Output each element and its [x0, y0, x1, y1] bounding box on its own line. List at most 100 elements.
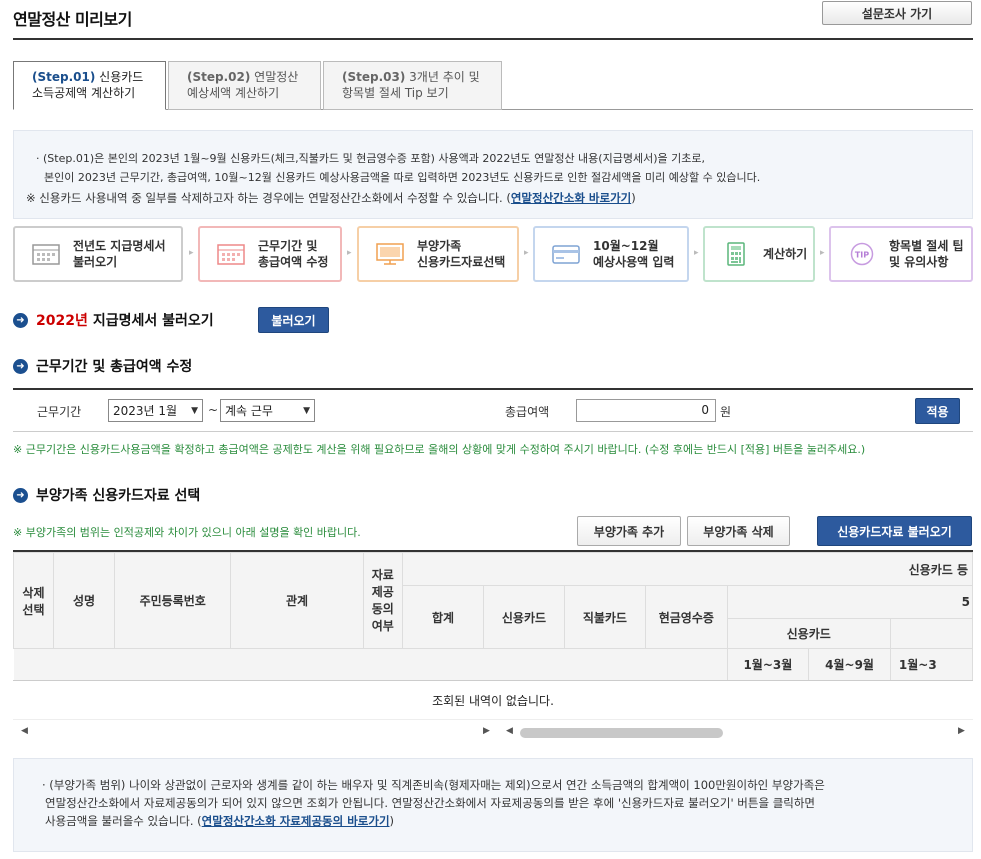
- tab-step-label: (Step.02): [187, 70, 251, 84]
- family-card-grid: 삭제 선택 성명 주민등록번호 관계 자료 제공 동의 여부 신용카드 등 합계…: [13, 550, 973, 680]
- right-horizontal-scrollbar[interactable]: ◀ ▶: [502, 726, 972, 740]
- period-label: 근무기간: [37, 405, 82, 419]
- process-steps: 전년도 지급명세서불러오기 ▸ 근무기간 및 총급여액 수정 ▸ 부양가족신용카드…: [13, 226, 973, 282]
- process-step-label: 및 유의사항: [889, 255, 949, 269]
- tab-label: 예상세액 계산하기: [187, 86, 280, 100]
- tab-label: 연말정산: [250, 70, 299, 84]
- arrow-right-circle-icon: ➜: [13, 358, 28, 374]
- col-group-sub: 5: [726, 585, 973, 619]
- family-range-info-box: · (부양가족 범위) 나이와 상관없이 근로자와 생계를 같이 하는 배우자 …: [13, 758, 973, 852]
- section-title: 지급명세서 불러오기: [92, 313, 214, 329]
- process-step-label: 계산하기: [763, 247, 808, 261]
- process-step-label: 근무기간 및: [258, 239, 318, 253]
- scrollbar-thumb[interactable]: [520, 728, 723, 738]
- period-start-value: 2023년 1월: [113, 404, 178, 418]
- section-title: 부양가족 신용카드자료 선택: [36, 488, 201, 504]
- chevron-right-icon: ▸: [820, 248, 825, 258]
- period-tilde: ~: [208, 403, 219, 417]
- salary-unit: 원: [720, 405, 732, 419]
- title-divider: [13, 38, 973, 40]
- add-family-button[interactable]: 부양가족 추가: [577, 516, 681, 546]
- period-end-select[interactable]: 계속 근무 ▼: [220, 399, 315, 422]
- tab-label: 3개년 추이 및: [405, 70, 480, 84]
- section-period: ➜ 근무기간 및 총급여액 수정: [13, 356, 192, 376]
- col-header-month-1: 1월~3월: [726, 648, 810, 680]
- col-header-cash: 현금영수증: [645, 585, 728, 649]
- calculator-icon: [727, 242, 745, 266]
- process-step-family-data: 부양가족신용카드자료선택: [357, 226, 519, 282]
- delete-family-button[interactable]: 부양가족 삭제: [687, 516, 790, 546]
- tab-label: 신용카드: [95, 70, 144, 84]
- process-step-label: 예상사용액 입력: [593, 255, 675, 269]
- salary-label: 총급여액: [505, 405, 550, 419]
- family-note: ※ 부양가족의 범위는 인적공제와 차이가 있으니 아래 설명을 확인 바랍니다…: [13, 526, 361, 539]
- col-header-month-2: 4월~9월: [808, 648, 891, 680]
- calendar-icon: [32, 244, 60, 265]
- period-end-value: 계속 근무: [225, 404, 273, 418]
- intro-info-box: · (Step.01)은 본인의 2023년 1월~9월 신용카드(체크,직불카…: [13, 130, 973, 219]
- process-step-label: 전년도 지급명세서: [73, 239, 166, 253]
- apply-button[interactable]: 적용: [915, 398, 960, 424]
- credit-card-icon: [552, 245, 580, 264]
- process-step-label: 10월~12월: [593, 239, 659, 253]
- tab-step-01[interactable]: (Step.01) 신용카드 소득공제액 계산하기: [13, 61, 166, 110]
- info-note: ※ 신용카드 사용내역 중 일부를 삭제하고자 하는 경우에는 연말정산간소화에…: [26, 189, 972, 208]
- scroll-right-icon[interactable]: ▶: [483, 726, 490, 736]
- salary-input[interactable]: 0: [576, 399, 716, 422]
- col-header-relation: 관계: [230, 552, 364, 649]
- process-step-edit-period: 근무기간 및 총급여액 수정: [198, 226, 342, 282]
- info-text: ): [389, 814, 395, 828]
- col-group-card: 신용카드 등: [401, 552, 973, 586]
- chevron-down-icon: ▼: [303, 405, 310, 416]
- col-subheader-blank: [889, 618, 973, 649]
- empty-message: 조회된 내역이 없습니다.: [13, 680, 973, 720]
- arrow-right-circle-icon: ➜: [13, 312, 28, 328]
- process-step-expected-usage: 10월~12월예상사용액 입력: [533, 226, 689, 282]
- tip-icon: TIP: [850, 242, 874, 266]
- col-header-total: 합계: [401, 585, 485, 649]
- chevron-right-icon: ▸: [347, 248, 352, 258]
- load-card-data-button[interactable]: 신용카드자료 불러오기: [817, 516, 972, 546]
- col-header-resident-id: 주민등록번호: [114, 552, 232, 649]
- chevron-right-icon: ▸: [524, 248, 529, 258]
- col-subheader-credit: 신용카드: [726, 618, 891, 649]
- section-load-statement: ➜ 2022년 지급명세서 불러오기: [13, 310, 214, 330]
- info-note-text: ): [631, 191, 636, 205]
- col-header-credit: 신용카드: [483, 585, 565, 649]
- chevron-right-icon: ▸: [694, 248, 699, 258]
- tab-step-label: (Step.01): [32, 70, 96, 84]
- info-line: 본인이 2023년 근무기간, 총급여액, 10월~12월 신용카드 예상사용금…: [44, 171, 761, 184]
- period-note: ※ 근무기간은 신용카드사용금액을 확정하고 총급여액은 공제한도 계산을 위해…: [13, 443, 866, 456]
- survey-button[interactable]: 설문조사 가기: [822, 1, 972, 25]
- info-line: 연말정산간소화에서 자료제공동의가 되어 있지 않으면 조회가 안됩니다. 연말…: [45, 796, 816, 810]
- period-start-select[interactable]: 2023년 1월 ▼: [108, 399, 203, 422]
- section-title: 근무기간 및 총급여액 수정: [36, 359, 193, 375]
- tab-step-02[interactable]: (Step.02) 연말정산 예상세액 계산하기: [168, 61, 321, 110]
- process-step-tax-tips: TIP 항목별 절세 팁및 유의사항: [829, 226, 973, 282]
- col-header-month-3: 1월~3: [889, 648, 973, 680]
- scroll-right-icon[interactable]: ▶: [958, 726, 965, 736]
- scroll-left-icon[interactable]: ◀: [21, 726, 28, 736]
- period-salary-form: 근무기간 2023년 1월 ▼ ~ 계속 근무 ▼ 총급여액 0 원 적용: [13, 388, 973, 432]
- left-horizontal-scrollbar[interactable]: ◀ ▶: [17, 726, 495, 740]
- col-header-spacer: [13, 648, 403, 680]
- tab-step-03[interactable]: (Step.03) 3개년 추이 및 항목별 절세 Tip 보기: [323, 61, 502, 110]
- page-title: 연말정산 미리보기: [13, 10, 132, 29]
- load-statement-button[interactable]: 불러오기: [258, 307, 329, 333]
- scroll-left-icon[interactable]: ◀: [506, 726, 513, 736]
- process-step-label: 신용카드자료선택: [417, 255, 506, 269]
- info-note-text: ※ 신용카드 사용내역 중 일부를 삭제하고자 하는 경우에는 연말정산간소화에…: [26, 191, 511, 205]
- consent-link[interactable]: 연말정산간소화 자료제공동의 바로가기: [202, 814, 390, 828]
- tab-step-label: (Step.03): [342, 70, 406, 84]
- process-step-label: 부양가족: [417, 239, 462, 253]
- info-line: 사용금액을 불러올수 있습니다. (연말정산간소화 자료제공동의 바로가기): [42, 812, 972, 830]
- process-step-calculate: 계산하기: [703, 226, 815, 282]
- chevron-right-icon: ▸: [189, 248, 194, 258]
- col-header-consent: 자료 제공 동의 여부: [362, 552, 403, 649]
- info-line: · (Step.01)은 본인의 2023년 1월~9월 신용카드(체크,직불카…: [36, 152, 705, 165]
- process-step-label: 불러오기: [73, 255, 118, 269]
- process-step-load-statement: 전년도 지급명세서불러오기: [13, 226, 183, 282]
- simplified-service-link[interactable]: 연말정산간소화 바로가기: [511, 191, 631, 205]
- chevron-down-icon: ▼: [191, 405, 198, 416]
- info-line: · (부양가족 범위) 나이와 상관없이 근로자와 생계를 같이 하는 배우자 …: [42, 778, 825, 792]
